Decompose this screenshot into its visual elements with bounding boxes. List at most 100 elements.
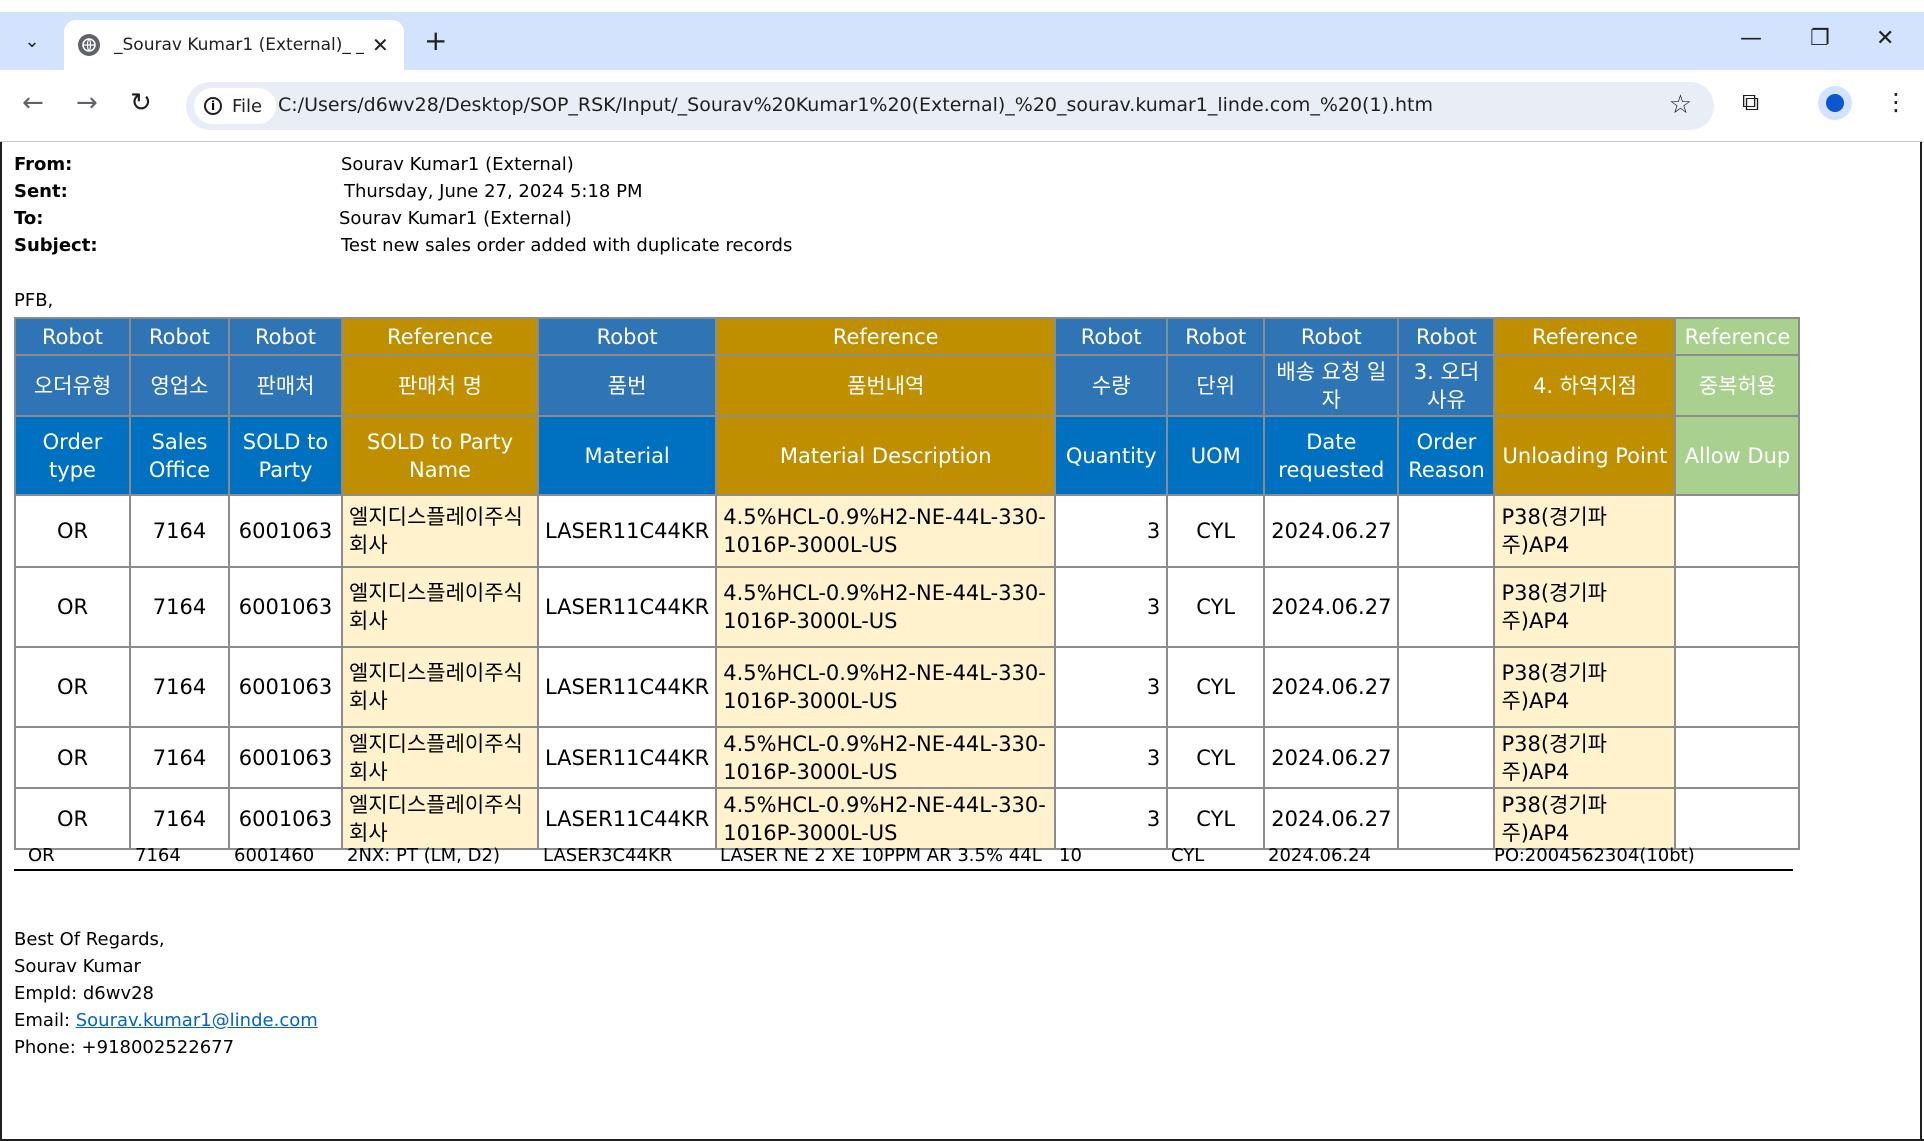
table-header-cell: Reference xyxy=(341,317,539,356)
table-cell: LASER11C44KR xyxy=(536,646,718,728)
table-cell: P38(경기파주)AP4 xyxy=(1493,494,1677,568)
table-cell: 2024.06.27 xyxy=(1263,566,1400,648)
browser-tab[interactable]: _Sourav Kumar1 (External)_ _sou ✕ xyxy=(64,20,404,70)
table-header-cell: Robot xyxy=(536,317,718,356)
restore-icon[interactable]: ❐ xyxy=(1810,26,1830,51)
profile-avatar[interactable] xyxy=(1818,86,1852,120)
table-cell: 4.5%HCL-0.9%H2-NE-44L-330-1016P-3000L-US xyxy=(715,787,1057,850)
table-cell: 엘지디스플레이주식회사 xyxy=(341,787,539,850)
reload-icon[interactable]: ↻ xyxy=(130,88,152,118)
close-window-icon[interactable]: ✕ xyxy=(1876,26,1894,51)
table-header-cell: 단위 xyxy=(1166,354,1266,417)
table-cell: PO:2004562304(10bt) xyxy=(1488,841,1695,871)
table-header-cell: 품번내역 xyxy=(715,354,1057,417)
close-tab-icon[interactable]: ✕ xyxy=(372,33,389,57)
chevron-down-icon: ⌄ xyxy=(24,30,40,52)
table-cell: 7164 xyxy=(129,566,230,648)
table-cell: 2NX: PT (LM, D2) xyxy=(341,841,537,871)
orders-table: Robot Robot Robot Reference Robot Refere… xyxy=(14,317,1801,850)
table-header-cell: Robot xyxy=(1397,317,1496,356)
table-cell xyxy=(1674,787,1801,850)
window-border-left xyxy=(0,142,2,1141)
table-cell: 7164 xyxy=(129,841,228,871)
menu-dots-icon[interactable]: ⋮ xyxy=(1884,88,1908,116)
table-cell: 4.5%HCL-0.9%H2-NE-44L-330-1016P-3000L-US xyxy=(715,646,1057,728)
table-cell xyxy=(1397,726,1496,789)
table-cell xyxy=(1674,566,1801,648)
address-bar[interactable]: i File C:/Users/d6wv28/Desktop/SOP_RSK/I… xyxy=(186,82,1714,130)
table-cell: P38(경기파주)AP4 xyxy=(1493,646,1677,728)
table-header-cell: Robot xyxy=(14,317,131,356)
table-cell xyxy=(1674,646,1801,728)
site-info-chip[interactable]: i File xyxy=(194,88,277,124)
table-cell xyxy=(1674,494,1801,568)
table-header-cell: 판매처 xyxy=(228,354,343,417)
table-cell: 엘지디스플레이주식회사 xyxy=(341,494,539,568)
table-body: OR 7164 6001063 엘지디스플레이주식회사 LASER11C44KR 4.5%… xyxy=(14,494,1801,850)
minimize-icon[interactable]: — xyxy=(1740,26,1762,51)
table-cell xyxy=(1397,646,1496,728)
table-cell: 2024.06.24 xyxy=(1262,841,1392,871)
table-header-cell: 수량 xyxy=(1054,354,1169,417)
back-icon[interactable]: ← xyxy=(22,88,44,118)
table-cell: CYL xyxy=(1166,494,1266,568)
tab-title: _Sourav Kumar1 (External)_ _sou xyxy=(114,35,364,55)
table-header-cell: Reference xyxy=(715,317,1057,356)
subject-value: Test new sales order added with duplicat… xyxy=(341,235,793,256)
table-cell: OR xyxy=(14,566,131,648)
site-chip-label: File xyxy=(232,95,263,117)
table-header-cell: Order type xyxy=(14,415,131,496)
url-text[interactable]: C:/Users/d6wv28/Desktop/SOP_RSK/Input/_S… xyxy=(278,94,1433,116)
table-row: OR 7164 6001460 2NX: PT (LM, D2) LASER3C44KR… xyxy=(14,841,1793,871)
table-row: OR 7164 6001063 엘지디스플레이주식회사 LASER11C44KR 4.5%… xyxy=(14,787,1801,850)
table-cell: 3 xyxy=(1054,726,1169,789)
table-cell: 2024.06.27 xyxy=(1263,726,1400,789)
table-header-cell: Sales Office xyxy=(129,415,230,496)
table-cell: OR xyxy=(14,787,131,850)
table-header-cell: Unloading Point xyxy=(1493,415,1677,496)
table-cell: LASER NE 2 XE 10PPM AR 3.5% 44L xyxy=(714,841,1053,871)
table-header-cell: 품번 xyxy=(536,354,718,417)
signature-email-line: Email: Sourav.kumar1@linde.com xyxy=(14,1007,318,1034)
signature-name: Sourav Kumar xyxy=(14,956,141,977)
table-cell: OR xyxy=(14,726,131,789)
from-value: Sourav Kumar1 (External) xyxy=(341,154,574,175)
email-link[interactable]: Sourav.kumar1@linde.com xyxy=(76,1010,318,1031)
globe-icon xyxy=(78,34,100,56)
table-header-cell: Robot xyxy=(129,317,230,356)
table-header-cell: 판매처 명 xyxy=(341,354,539,417)
table-cell: LASER11C44KR xyxy=(536,566,718,648)
tab-search-button[interactable]: ⌄ xyxy=(12,21,52,61)
table-cell: 6001063 xyxy=(228,787,343,850)
table-cell xyxy=(1397,787,1496,850)
table-cell: CYL xyxy=(1166,726,1266,789)
table-cell: CYL xyxy=(1166,646,1266,728)
new-tab-button[interactable]: + xyxy=(424,26,447,56)
from-label: From: xyxy=(14,154,73,175)
table-row: OR 7164 6001063 엘지디스플레이주식회사 LASER11C44KR 4.5%… xyxy=(14,646,1801,728)
bookmark-star-icon[interactable]: ☆ xyxy=(1669,90,1692,120)
table-header-cell: Reference xyxy=(1674,317,1801,356)
table-header-cell: Order Reason xyxy=(1397,415,1496,496)
forward-icon[interactable]: → xyxy=(76,88,98,118)
greeting: PFB, xyxy=(14,290,54,311)
table-cell: LASER3C44KR xyxy=(537,841,714,871)
table-cell: 4.5%HCL-0.9%H2-NE-44L-330-1016P-3000L-US xyxy=(715,494,1057,568)
table-cell: P38(경기파주)AP4 xyxy=(1493,787,1677,850)
table-header-cell: SOLD to Party Name xyxy=(341,415,539,496)
table-cell: CYL xyxy=(1165,841,1262,871)
table-header-cell: 영업소 xyxy=(129,354,230,417)
table-cell: CYL xyxy=(1166,566,1266,648)
table-cell: 6001063 xyxy=(228,566,343,648)
table-cell: 10 xyxy=(1053,841,1165,871)
header-row-english: Order type Sales Office SOLD to Party SO… xyxy=(14,415,1801,496)
table-cell: 4.5%HCL-0.9%H2-NE-44L-330-1016P-3000L-US xyxy=(715,726,1057,789)
table-cell: 2024.06.27 xyxy=(1263,494,1400,568)
table-cell: LASER11C44KR xyxy=(536,726,718,789)
extensions-icon[interactable]: ⧉ xyxy=(1742,88,1759,116)
table-cell: OR xyxy=(14,841,129,871)
browser-toolbar: ← → ↻ i File C:/Users/d6wv28/Desktop/SOP… xyxy=(0,70,1924,142)
table-cell: 2024.06.27 xyxy=(1263,646,1400,728)
table-cell: 7164 xyxy=(129,726,230,789)
sent-label: Sent: xyxy=(14,181,68,202)
